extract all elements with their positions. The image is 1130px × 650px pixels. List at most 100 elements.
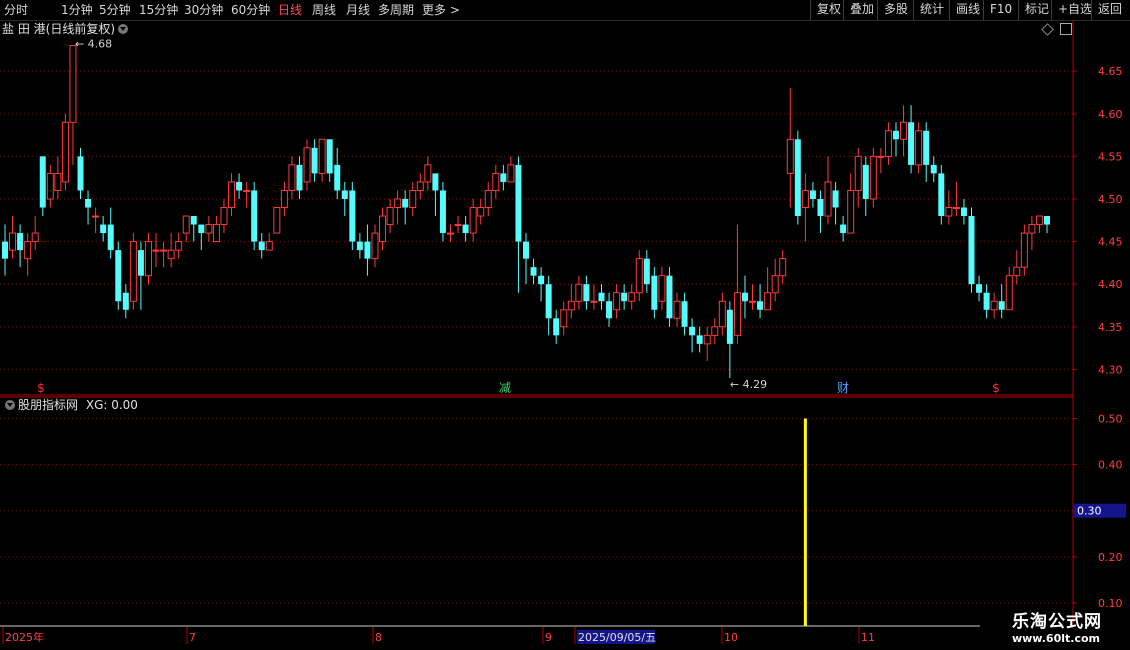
date-cursor-label: 2025/09/05/五 [578, 631, 656, 644]
candle-body-115 [869, 155, 877, 200]
candle-body-114 [862, 164, 869, 199]
candle-body-91 [689, 326, 696, 336]
candle-body-61 [462, 224, 469, 234]
date-label-0: 2025年 [5, 630, 44, 644]
candle-body-101 [764, 292, 772, 311]
candle-body-100 [757, 301, 764, 310]
candle-body-26 [198, 224, 205, 234]
candle-body-124 [938, 173, 945, 217]
candle-body-18 [137, 250, 144, 276]
candle-body-75 [567, 300, 575, 311]
candle-body-17 [129, 241, 137, 302]
candle-body-138 [1044, 216, 1050, 225]
candle-body-20 [152, 249, 160, 252]
candle-body-23 [175, 241, 183, 251]
current-value-badge-text: 0.30 [1077, 505, 1102, 518]
watermark-title: 乐淘公式网 [1012, 612, 1102, 632]
candle-body-134 [1013, 266, 1021, 277]
candle-body-50 [379, 215, 387, 243]
low-price-marker: ← 4.29 [730, 378, 767, 391]
candle-body-119 [900, 121, 908, 140]
candle-body-107 [809, 190, 816, 199]
candle-body-58 [439, 190, 446, 234]
candle-body-19 [144, 241, 152, 277]
candle-body-63 [477, 207, 485, 217]
candle-body-97 [733, 292, 741, 336]
event-marker-0: $ [37, 381, 45, 395]
candle-body-51 [386, 207, 394, 226]
candle-body-68 [515, 164, 522, 242]
candle-body-16 [122, 292, 129, 310]
candle-body-52 [394, 198, 402, 209]
candle-body-13 [100, 224, 107, 234]
candle-body-130 [983, 292, 990, 310]
candle-body-31 [236, 181, 243, 191]
candle-body-46 [349, 190, 356, 242]
date-label-1: 7 [189, 631, 196, 644]
indicator-tick-label-3: 0.20 [1098, 551, 1123, 564]
chart-frame [0, 20, 1074, 627]
candle-body-72 [545, 284, 552, 319]
candle-body-43 [326, 139, 333, 174]
candle-body-38 [288, 164, 296, 191]
candle-body-45 [341, 190, 348, 199]
candle-body-117 [884, 130, 892, 157]
candle-body-110 [832, 190, 839, 208]
candle-body-109 [824, 181, 832, 217]
candle-body-64 [484, 189, 492, 208]
event-marker-2: 财 [837, 381, 849, 395]
date-label-3: 9 [545, 631, 552, 644]
date-label-2: 8 [375, 631, 382, 644]
candle-body-105 [794, 139, 801, 217]
candle-body-133 [1005, 275, 1013, 311]
candle-body-29 [220, 207, 228, 226]
candle-body-113 [854, 155, 862, 191]
candle-body-135 [1020, 232, 1028, 268]
candle-body-132 [998, 301, 1005, 310]
candle-body-41 [311, 147, 318, 174]
chart-canvas[interactable]: 4.65 4.60 4.55 4.50 4.45 4.40 4.35 4.30 0.50 0.4… [0, 0, 1130, 650]
candle-body-9 [69, 45, 77, 123]
candle-body-120 [908, 122, 915, 165]
candle-body-126 [952, 207, 960, 209]
candle-body-83 [628, 292, 636, 302]
event-markers: $ 减 财 $ [37, 381, 1000, 395]
candle-body-108 [817, 198, 824, 217]
high-price-marker: ← 4.68 [75, 38, 112, 51]
candle-body-98 [741, 292, 748, 302]
candle-body-94 [711, 326, 719, 336]
candle-body-48 [364, 241, 371, 259]
candle-body-104 [786, 138, 794, 174]
event-marker-3: $ [992, 381, 1000, 395]
candle-body-55 [416, 181, 424, 191]
candle-body-60 [454, 224, 462, 227]
candle-body-28 [212, 224, 220, 243]
candle-body-78 [590, 300, 598, 303]
candle-body-57 [432, 173, 439, 191]
candle-body-30 [228, 181, 236, 209]
date-axis: 2025年 7 8 9 2025/09/05/五 10 11 [2, 627, 875, 644]
candle-body-73 [553, 318, 560, 336]
candle-body-67 [507, 164, 515, 183]
candle-body-88 [666, 275, 673, 319]
candle-body-131 [990, 300, 998, 311]
candle-body-116 [877, 155, 885, 158]
candle-body-89 [673, 300, 681, 319]
price-tick-label-7: 4.30 [1098, 363, 1123, 376]
candle-body-82 [621, 292, 628, 302]
candle-body-137 [1035, 215, 1043, 226]
candle-body-69 [523, 241, 529, 259]
price-tick-label-0: 4.65 [1098, 65, 1123, 78]
watermark-url: www.60lt.com [1011, 632, 1100, 645]
candle-body-5 [39, 156, 46, 208]
candle-body-81 [613, 292, 621, 311]
candle-body-129 [976, 284, 983, 293]
candle-body-14 [107, 224, 114, 251]
candle-body-37 [280, 189, 288, 208]
candle-body-136 [1028, 224, 1036, 234]
candle-body-74 [560, 309, 568, 328]
indicator-panel: 0.500.400.300.200.100.30 [0, 412, 1126, 626]
candle-body-25 [190, 216, 197, 225]
candle-body-62 [469, 207, 477, 234]
candle-body-44 [334, 164, 341, 191]
